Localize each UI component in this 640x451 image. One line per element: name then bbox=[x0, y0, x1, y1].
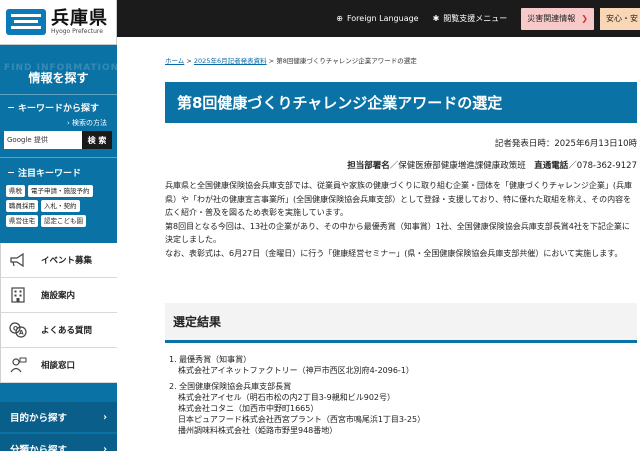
page-title: 第8回健康づくりチャレンジ企業アワードの選定 bbox=[165, 82, 637, 123]
building-icon bbox=[9, 287, 27, 303]
paragraph: なお、表彰式は、6月27日（金曜日）に行う「健康経営セミナー」(県・全国健康保険… bbox=[165, 248, 623, 258]
keyword-chip[interactable]: 電子申請・施設予約 bbox=[28, 185, 93, 197]
keyword-chip[interactable]: 県税 bbox=[6, 185, 25, 197]
hyogo-logo-icon bbox=[6, 9, 46, 35]
breadcrumb-current: 第8回健康づくりチャレンジ企業アワードの選定 bbox=[276, 57, 417, 65]
result-heading: 1. 最優秀賞（知事賞） bbox=[169, 355, 252, 364]
body-text: 兵庫県と全国健康保険協会兵庫支部では、従業員や家族の健康づくりに取り組む企業・団… bbox=[165, 179, 637, 260]
search-input[interactable]: Google 提供 bbox=[4, 131, 82, 149]
results-list: 1. 最優秀賞（知事賞） 株式会社アイネットファクトリー（神戸市西区北別府4-2… bbox=[169, 354, 637, 441]
safety-label: 安心・安 bbox=[606, 14, 638, 23]
foreign-language-label: Foreign Language bbox=[346, 14, 419, 23]
search-button[interactable]: 検 索 bbox=[82, 131, 112, 149]
chevron-right-icon: › bbox=[103, 411, 107, 423]
sidebar-item-label: イベント募集 bbox=[41, 256, 93, 266]
breadcrumb-press[interactable]: 2025年6月記者発表資料 bbox=[194, 57, 267, 65]
department-info: 担当部署名／保健医療部健康増進課健康政策班 直通電話／078-362-9127 bbox=[347, 159, 637, 171]
consult-icon bbox=[9, 357, 27, 373]
sidebar-nav-purpose[interactable]: 目的から探す › bbox=[0, 402, 117, 432]
keyword-search-heading: キーワードから探す bbox=[8, 101, 99, 114]
result-company: 株式会社アイネットファクトリー（神戸市西区北別府4-2096-1） bbox=[178, 366, 414, 375]
keyword-chip[interactable]: 認定こども園 bbox=[41, 215, 86, 227]
disaster-info-label: 災害関連情報 bbox=[527, 14, 576, 23]
chevron-right-icon: › bbox=[103, 443, 107, 451]
keyword-search-label: キーワードから探す bbox=[18, 104, 100, 114]
search-method-link[interactable]: › 検索の方法 bbox=[67, 118, 107, 128]
sidebar-nav-label: 分類から探す bbox=[10, 445, 68, 451]
keyword-list: 県税 電子申請・施設予約 職員採用 入札・契約 県営住宅 認定こども園 bbox=[6, 185, 112, 227]
safety-button[interactable]: 安心・安 bbox=[600, 7, 640, 30]
paragraph: 兵庫県と全国健康保険協会兵庫支部では、従業員や家族の健康づくりに取り組む企業・団… bbox=[165, 181, 633, 217]
svg-text:Q: Q bbox=[13, 326, 18, 333]
hot-keywords-heading: 注目キーワード bbox=[8, 166, 81, 179]
site-logo[interactable]: 兵庫県 Hyogo Prefecture bbox=[0, 0, 117, 45]
result-heading: 2. 全国健康保険協会兵庫支部長賞 bbox=[169, 382, 292, 391]
breadcrumb-home[interactable]: ホーム bbox=[165, 57, 184, 65]
gear-icon: ✱ bbox=[432, 14, 440, 23]
sidebar-item-facilities[interactable]: 施設案内 bbox=[0, 278, 117, 313]
sidebar-item-faq[interactable]: QA よくある質問 bbox=[0, 313, 117, 348]
phone-value: ／078-362-9127 bbox=[568, 161, 637, 171]
result-company: 株式会社コタニ（加西市中野町1665） bbox=[178, 404, 319, 413]
sidebar-item-label: 相談窓口 bbox=[41, 361, 76, 371]
logo-name: 兵庫県 bbox=[51, 8, 108, 29]
keyword-chip[interactable]: 県営住宅 bbox=[6, 215, 38, 227]
breadcrumb: ホーム > 2025年6月記者発表資料 > 第8回健康づくりチャレンジ企業アワー… bbox=[165, 55, 417, 65]
sidebar-nav-label: 目的から探す bbox=[10, 413, 68, 424]
result-company: 播州調味料株式会社（姫路市野里948番地） bbox=[178, 426, 338, 435]
foreign-language-link[interactable]: ⊕ Foreign Language bbox=[336, 14, 418, 23]
department-value: ／保健医療部健康増進課健康政策班 bbox=[389, 161, 535, 171]
search-placeholder: Google 提供 bbox=[7, 136, 48, 144]
hot-keywords-label: 注目キーワード bbox=[18, 169, 82, 179]
svg-text:A: A bbox=[19, 330, 24, 337]
result-company: 日本ピュアフード株式会社西宮プラント（西宮市鳴尾浜1丁目3-25） bbox=[178, 415, 426, 424]
result-company: 株式会社アイセル（明石市松の内2丁目3-9親和ビル902号） bbox=[178, 393, 396, 402]
press-date: 記者発表日時：2025年6月13日10時 bbox=[494, 139, 637, 149]
list-item: 2. 全国健康保険協会兵庫支部長賞 株式会社アイセル（明石市松の内2丁目3-9親… bbox=[169, 381, 637, 436]
sidebar-item-consult[interactable]: 相談窓口 bbox=[0, 348, 117, 383]
search-method-label: 検索の方法 bbox=[72, 119, 107, 127]
breadcrumb-separator: > bbox=[266, 57, 277, 65]
sidebar-item-label: よくある質問 bbox=[41, 326, 93, 336]
department-label: 担当部署名 bbox=[347, 161, 390, 171]
sidebar-item-label: 施設案内 bbox=[41, 291, 76, 301]
section-heading: 選定結果 bbox=[165, 303, 637, 343]
logo-subtitle: Hyogo Prefecture bbox=[51, 28, 103, 35]
megaphone-icon bbox=[9, 252, 27, 268]
phone-label: 直通電話 bbox=[534, 161, 569, 171]
list-item: 1. 最優秀賞（知事賞） 株式会社アイネットファクトリー（神戸市西区北別府4-2… bbox=[169, 354, 637, 376]
qa-icon: QA bbox=[9, 322, 27, 338]
keyword-chip[interactable]: 入札・契約 bbox=[41, 200, 80, 212]
globe-icon: ⊕ bbox=[336, 14, 343, 23]
search-bar: Google 提供 検 索 bbox=[4, 131, 112, 149]
sidebar-menu: イベント募集 施設案内 QA よくある質問 相談窓口 bbox=[0, 243, 117, 383]
disaster-info-button[interactable]: 災害関連情報 ❯ bbox=[521, 7, 594, 30]
sidebar-item-events[interactable]: イベント募集 bbox=[0, 243, 117, 278]
header-links: ⊕ Foreign Language ✱ 閲覧支援メニュー 災害関連情報 ❯ 安… bbox=[336, 0, 640, 37]
breadcrumb-separator: > bbox=[184, 57, 194, 65]
keyword-chip[interactable]: 職員採用 bbox=[6, 200, 38, 212]
sidebar: FIND INFORMATION 情報を探す キーワードから探す › 検索の方法… bbox=[0, 45, 118, 451]
reading-support-label: 閲覧支援メニュー bbox=[443, 14, 508, 23]
sidebar-nav-category[interactable]: 分類から探す › bbox=[0, 434, 117, 451]
chevron-right-icon: ❯ bbox=[581, 14, 588, 23]
sidebar-title: 情報を探す bbox=[28, 71, 89, 85]
paragraph: 第8回目となる今回は、13社の企業があり、その中から最優秀賞（知事賞）1社、全国… bbox=[165, 221, 630, 245]
reading-support-link[interactable]: ✱ 閲覧支援メニュー bbox=[433, 13, 508, 24]
